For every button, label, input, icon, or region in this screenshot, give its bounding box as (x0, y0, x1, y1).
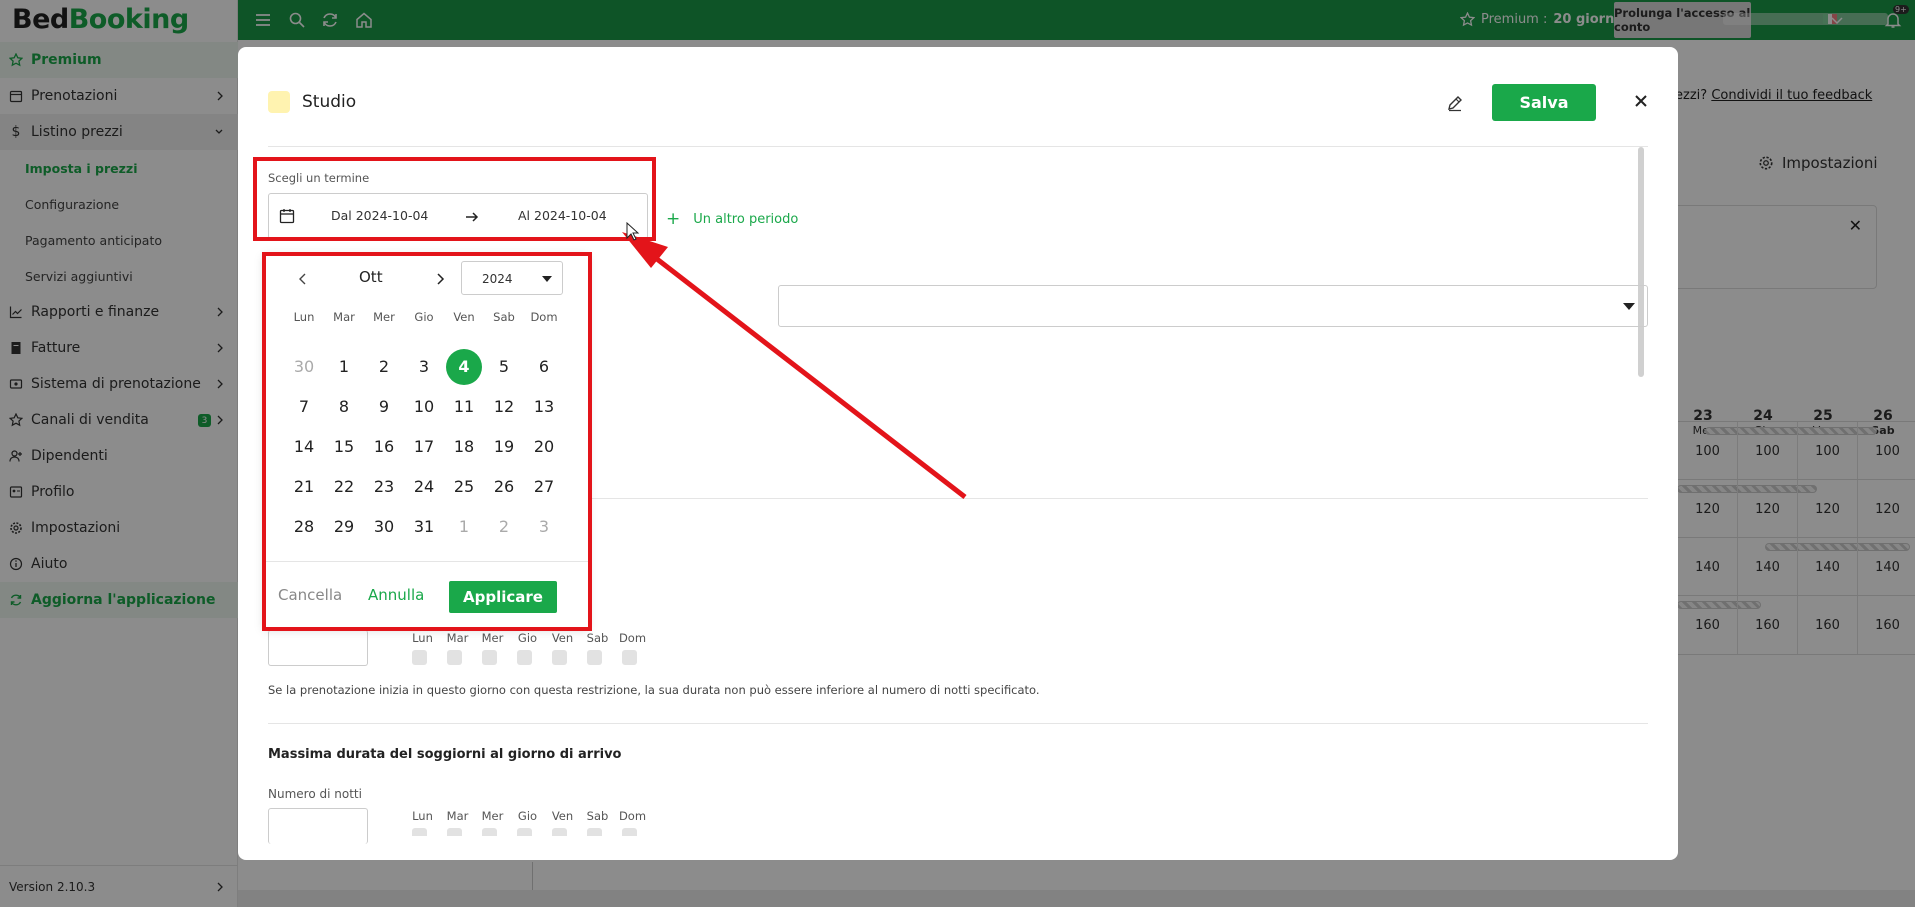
modal-title: Studio (302, 92, 357, 112)
day-checkbox[interactable] (622, 828, 637, 836)
min-days-checkboxes (412, 650, 637, 665)
day-checkbox[interactable] (482, 650, 497, 665)
max-days-labels: Lun Mar Mer Gio Ven Sab Dom (412, 809, 647, 823)
edit-icon[interactable] (1446, 94, 1464, 112)
restriction-help-text: Se la prenotazione inizia in questo gior… (268, 683, 1040, 697)
max-nights-input[interactable] (268, 808, 368, 844)
day-checkbox[interactable] (482, 828, 497, 836)
day-checkbox[interactable] (552, 650, 567, 665)
max-stay-title: Massima durata del soggiorni al giorno d… (268, 747, 622, 762)
day-checkbox[interactable] (517, 828, 532, 836)
room-color-swatch (268, 91, 290, 113)
min-nights-input[interactable] (268, 630, 368, 666)
caret-down-icon (1623, 303, 1635, 310)
day-checkbox[interactable] (552, 828, 567, 836)
day-checkbox[interactable] (587, 650, 602, 665)
day-checkbox[interactable] (412, 650, 427, 665)
min-days-labels: Lun Mar Mer Gio Ven Sab Dom (412, 631, 647, 645)
day-checkbox[interactable] (517, 650, 532, 665)
day-checkbox[interactable] (447, 650, 462, 665)
add-another-period[interactable]: + Un altro periodo (666, 209, 798, 229)
highlight-box-date-range (253, 157, 656, 241)
highlight-box-date-picker (262, 252, 592, 631)
save-button[interactable]: Salva (1492, 84, 1596, 121)
day-checkbox[interactable] (412, 828, 427, 836)
day-checkbox[interactable] (622, 650, 637, 665)
day-checkbox[interactable] (447, 828, 462, 836)
day-checkbox[interactable] (587, 828, 602, 836)
modal-scrollbar[interactable] (1638, 147, 1644, 377)
nights-label: Numero di notti (268, 787, 362, 801)
plus-icon: + (666, 209, 681, 229)
mouse-cursor-icon (626, 222, 640, 241)
room-select[interactable] (778, 285, 1648, 327)
max-days-checkboxes (412, 828, 637, 836)
close-icon[interactable] (1631, 91, 1651, 111)
